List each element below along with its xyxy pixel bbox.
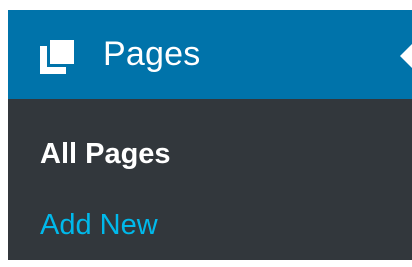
submenu-item-add-new[interactable]: Add New [40,208,158,242]
menu-title: Pages [103,35,201,73]
current-menu-pointer [400,44,412,68]
pages-menu-header[interactable]: Pages [8,10,412,99]
pages-icon [38,38,76,76]
pages-menu: Pages All Pages Add New [8,10,412,260]
submenu-item-all-pages[interactable]: All Pages [40,137,171,171]
